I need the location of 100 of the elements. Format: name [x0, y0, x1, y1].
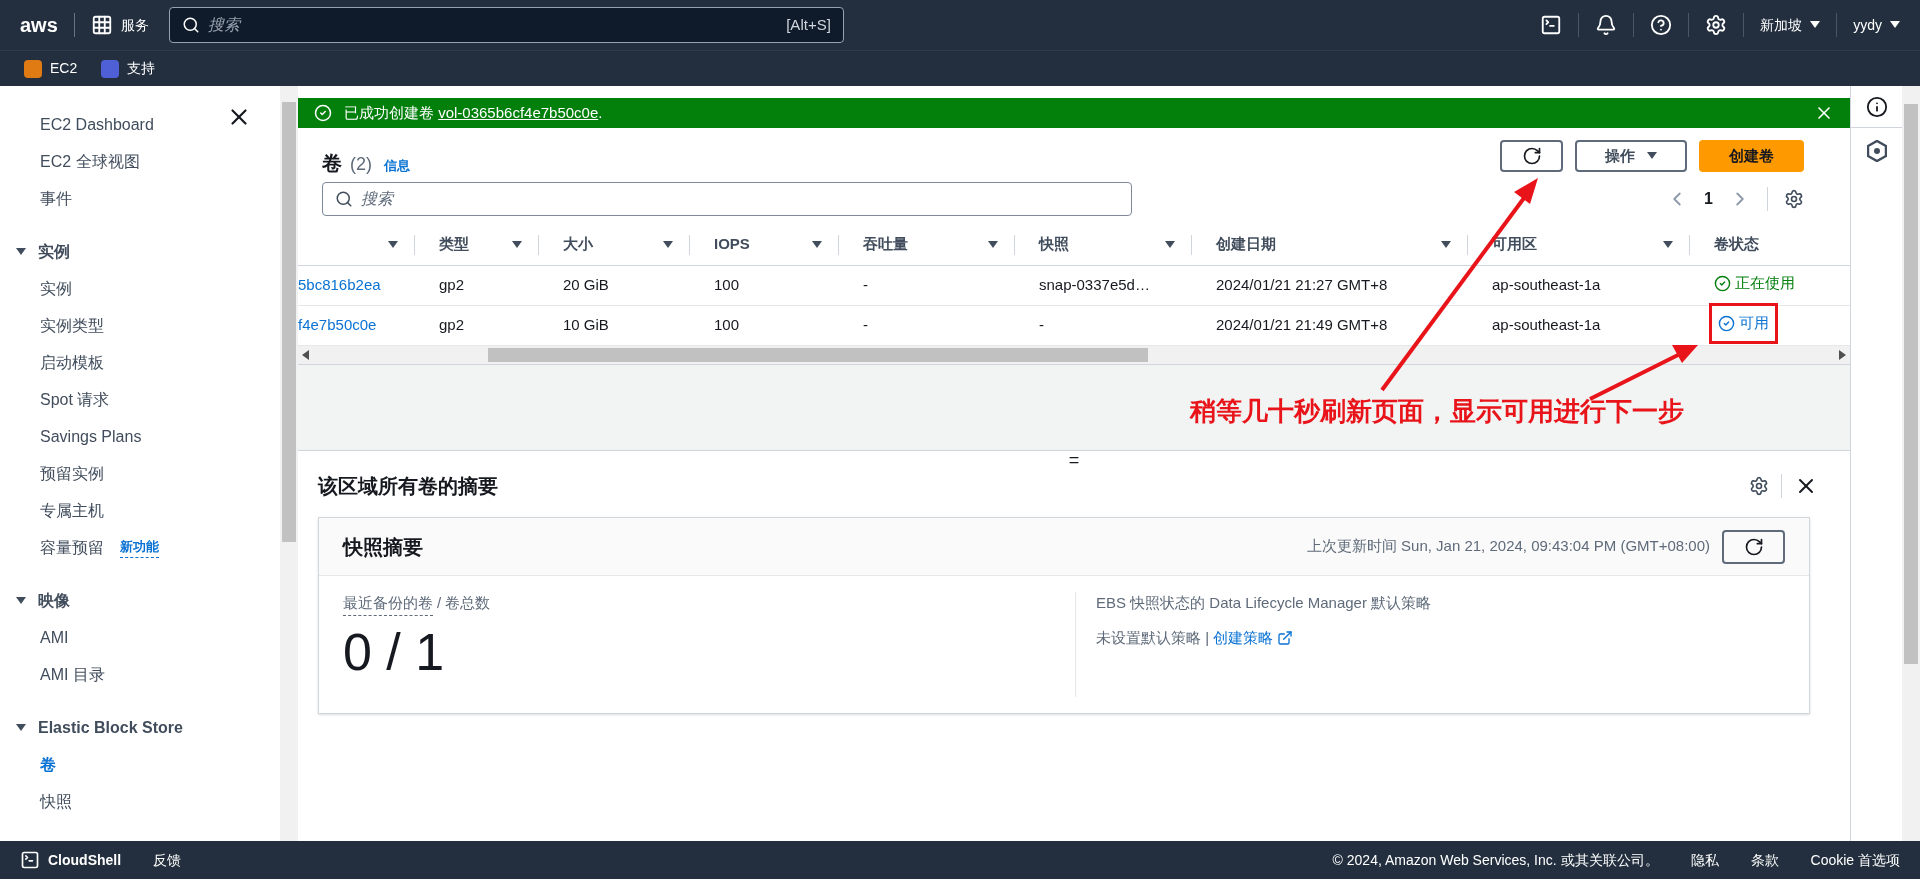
hexagon-icon[interactable] — [1866, 140, 1887, 162]
table-cell: gp2 — [439, 276, 465, 294]
footer-link[interactable]: Cookie 首选项 — [1810, 849, 1900, 871]
sidebar-item[interactable]: 卷 — [40, 752, 56, 777]
column-header[interactable]: 快照 — [1039, 233, 1165, 256]
sidebar-item[interactable]: AMI — [40, 625, 69, 650]
notification-icon[interactable] — [1595, 14, 1618, 36]
refresh-icon — [1521, 146, 1542, 166]
sidebar-item[interactable]: EC2 全球视图 — [40, 143, 264, 180]
sidebar-item[interactable]: Spot 请求 — [40, 387, 110, 412]
sidebar-scrollbar[interactable] — [280, 86, 298, 841]
horizontal-scrollbar[interactable] — [298, 346, 1850, 364]
column-header[interactable]: IOPS — [714, 233, 812, 256]
volume-link[interactable]: vol-0365b6cf4e7b50c0e — [438, 103, 599, 121]
aws-logo[interactable]: aws — [20, 15, 58, 35]
scroll-right-icon[interactable] — [1838, 350, 1846, 360]
sidebar-section-header[interactable]: 实例 — [16, 233, 70, 270]
success-icon — [314, 104, 332, 122]
sort-icon — [512, 240, 522, 249]
footer-link[interactable]: 隐私 — [1690, 849, 1719, 871]
sort-icon — [388, 240, 398, 249]
sidebar-item[interactable]: 专属主机 — [40, 498, 104, 523]
actions-button[interactable]: 操作 — [1575, 140, 1687, 172]
scroll-left-icon[interactable] — [302, 350, 310, 360]
split-panel-title: 该区域所有卷的摘要 — [318, 474, 498, 499]
sort-icon — [663, 240, 673, 249]
metric-label[interactable]: 最近备份的卷 — [343, 592, 433, 616]
info-link[interactable]: 信息 — [384, 156, 410, 176]
info-icon[interactable] — [1865, 95, 1888, 118]
refresh-button[interactable] — [1722, 529, 1785, 564]
cloudshell-button[interactable]: CloudShell — [20, 849, 122, 871]
search-input[interactable]: 搜索 — [207, 13, 779, 37]
table-cell: 2024/01/21 21:27 GMT+8 — [1216, 276, 1388, 294]
table-cell: gp2 — [439, 316, 465, 334]
sidebar-item[interactable]: 容量预留 — [40, 535, 104, 560]
item-count: (2) — [350, 153, 372, 176]
feedback-link[interactable]: 反馈 — [153, 849, 182, 871]
table-cell: ap-southeast-1a — [1492, 316, 1601, 334]
table-cell: ap-southeast-1a — [1492, 276, 1601, 294]
sidebar-item[interactable]: 启动模板 — [40, 350, 104, 375]
caret-icon — [1647, 152, 1657, 160]
sidebar-section-header[interactable]: 映像 — [16, 582, 70, 619]
policy-status: 未设置默认策略 | — [1096, 627, 1210, 648]
sort-icon — [988, 240, 998, 249]
refresh-button[interactable] — [1500, 140, 1563, 172]
account-menu[interactable]: yydy — [1853, 14, 1900, 36]
column-header[interactable]: 创建日期 — [1216, 233, 1441, 256]
favorite-service[interactable]: 支持 — [101, 58, 156, 79]
settings-icon[interactable] — [1749, 476, 1769, 496]
sidebar-item[interactable]: EC2 Dashboard — [40, 106, 264, 143]
volume-id-link[interactable]: f4e7b50c0e — [298, 316, 377, 334]
table-cell: 100 — [714, 276, 740, 294]
search-icon — [181, 16, 200, 34]
sort-icon — [1441, 240, 1451, 249]
footer-link[interactable]: 条款 — [1750, 849, 1779, 871]
settings-icon[interactable] — [1705, 14, 1728, 36]
sidebar-item[interactable]: 预留实例 — [40, 461, 104, 486]
check-circle-icon — [1714, 275, 1731, 293]
sidebar-item[interactable]: AMI 目录 — [40, 662, 105, 687]
page-scrollbar[interactable] — [1902, 86, 1920, 841]
sidebar-item[interactable]: 快照 — [40, 789, 72, 814]
external-link-icon — [1277, 629, 1294, 646]
column-header[interactable]: 大小 — [563, 233, 663, 256]
search-field[interactable]: 搜索 [Alt+S] — [168, 7, 844, 43]
resize-handle[interactable]: = — [1068, 451, 1080, 469]
create-volume-button[interactable]: 创建卷 — [1699, 140, 1804, 172]
new-feature-badge[interactable]: 新功能 — [120, 537, 159, 558]
check-circle-icon — [1718, 315, 1735, 333]
page-number[interactable]: 1 — [1704, 187, 1713, 211]
sidebar-item[interactable]: Savings Plans — [40, 424, 142, 449]
expand-caret-icon — [16, 247, 26, 256]
sidebar-item[interactable]: 实例 — [40, 276, 72, 301]
sidebar-item[interactable]: 实例类型 — [40, 313, 104, 338]
card-title: 快照摘要 — [343, 534, 423, 560]
last-updated-text: 上次更新时间 Sun, Jan 21, 2024, 09:43:04 PM (GMT+08:00) — [1306, 536, 1710, 557]
table-cell: snap-0337e5d… — [1039, 276, 1150, 294]
preferences-icon[interactable] — [1784, 189, 1804, 209]
table-cell: 2024/01/21 21:49 GMT+8 — [1216, 316, 1388, 334]
volume-status: 正在使用 — [1714, 272, 1795, 295]
table-cell: 10 GiB — [563, 316, 609, 334]
grid-icon — [90, 14, 113, 36]
services-menu[interactable]: 服务 — [90, 14, 149, 36]
sidebar-section-header[interactable]: Elastic Block Store — [16, 709, 183, 746]
column-header[interactable]: 吞吐量 — [863, 233, 988, 256]
volume-status: 可用 — [1718, 312, 1769, 335]
column-header[interactable]: 卷状态 — [1714, 233, 1835, 256]
favorite-service[interactable]: EC2 — [24, 58, 78, 79]
panel-title: 卷 — [322, 151, 342, 176]
terminal-icon[interactable] — [1540, 14, 1563, 36]
sidebar-item[interactable]: 事件 — [40, 180, 264, 217]
flash-message: 已成功创建卷 vol-0365b6cf4e7b50c0e. — [344, 102, 603, 123]
search-field[interactable]: 搜索 — [322, 182, 1132, 216]
table-cell: - — [863, 316, 868, 334]
help-icon[interactable] — [1650, 14, 1673, 36]
volume-id-link[interactable]: 5bc816b2ea — [298, 276, 381, 294]
search-input[interactable]: 搜索 — [361, 187, 1119, 211]
create-policy-link[interactable]: 创建策略 — [1213, 626, 1294, 649]
column-header[interactable]: 类型 — [439, 233, 512, 256]
expand-caret-icon — [16, 723, 26, 732]
region-menu[interactable]: 新加坡 — [1760, 14, 1821, 36]
